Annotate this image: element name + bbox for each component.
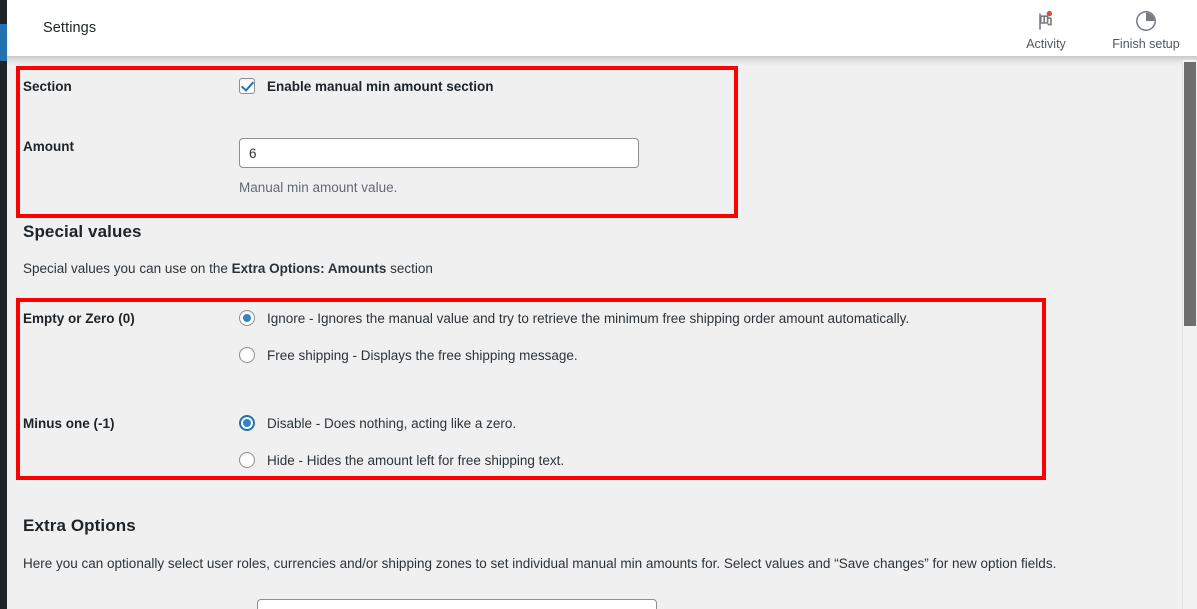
extra-options-description: Here you can optionally select user role… — [23, 556, 1057, 571]
activity-button[interactable]: Activity — [1009, 4, 1083, 51]
extra-options-heading: Extra Options — [23, 516, 136, 535]
radio-disable[interactable] — [239, 415, 255, 431]
amount-input[interactable] — [239, 138, 639, 168]
field-row-minus-one: Minus one (-1) Disable - Does nothing, a… — [7, 415, 1046, 489]
enable-manual-min-amount-checkbox-row[interactable]: Enable manual min amount section — [239, 78, 738, 94]
radio-ignore-label: Ignore - Ignores the manual value and tr… — [267, 310, 910, 326]
admin-sidebar-rail — [0, 0, 7, 609]
extra-options-select-input[interactable] — [257, 599, 657, 609]
header-actions: Activity Finish setup — [1009, 4, 1183, 51]
radio-disable-label: Disable - Does nothing, acting like a ze… — [267, 415, 517, 431]
empty-or-zero-options: Ignore - Ignores the manual value and tr… — [239, 310, 1046, 384]
radio-row-ignore[interactable]: Ignore - Ignores the manual value and tr… — [239, 310, 1046, 326]
amount-control: Manual min amount value. — [239, 138, 738, 195]
special-values-desc-prefix: Special values you can use on the — [23, 261, 232, 276]
flag-activity-icon — [1034, 8, 1058, 34]
amount-label: Amount — [23, 139, 74, 154]
setup-progress-icon — [1134, 8, 1158, 34]
enable-manual-min-amount-label: Enable manual min amount section — [267, 78, 494, 94]
radio-hide-label: Hide - Hides the amount left for free sh… — [267, 452, 565, 468]
special-values-heading: Special values — [23, 222, 142, 241]
minus-one-options: Disable - Does nothing, acting like a ze… — [239, 415, 1046, 489]
enable-manual-min-amount-checkbox[interactable] — [239, 78, 255, 94]
header-shadow — [7, 56, 1197, 65]
field-row-section: Section Enable manual min amount section — [7, 78, 738, 97]
field-row-amount: Amount Manual min amount value. — [7, 138, 738, 195]
admin-sidebar-active-indicator[interactable] — [0, 24, 7, 61]
radio-row-free-shipping[interactable]: Free shipping - Displays the free shippi… — [239, 347, 1046, 363]
page-scrollbar-thumb[interactable] — [1184, 62, 1196, 326]
special-values-desc-suffix: section — [386, 261, 433, 276]
minus-one-label: Minus one (-1) — [23, 416, 115, 431]
page-header: Settings Activity Finish setup — [7, 0, 1197, 56]
radio-ignore[interactable] — [239, 310, 255, 326]
page-title: Settings — [43, 20, 97, 36]
finish-setup-label: Finish setup — [1112, 37, 1180, 51]
settings-page: Settings Activity Finish setup Section E… — [0, 0, 1197, 609]
radio-hide[interactable] — [239, 452, 255, 468]
settings-content: Section Enable manual min amount section… — [7, 65, 1185, 609]
finish-setup-button[interactable]: Finish setup — [1109, 4, 1183, 51]
radio-row-disable[interactable]: Disable - Does nothing, acting like a ze… — [239, 415, 1046, 431]
field-row-empty-or-zero: Empty or Zero (0) Ignore - Ignores the m… — [7, 310, 1046, 384]
radio-free-shipping[interactable] — [239, 347, 255, 363]
empty-or-zero-label: Empty or Zero (0) — [23, 311, 135, 326]
radio-row-hide[interactable]: Hide - Hides the amount left for free sh… — [239, 452, 1046, 468]
special-values-desc-emphasis: Extra Options: Amounts — [231, 261, 387, 276]
radio-free-shipping-label: Free shipping - Displays the free shippi… — [267, 347, 578, 363]
amount-help-text: Manual min amount value. — [239, 180, 398, 195]
special-values-description: Special values you can use on the Extra … — [23, 261, 433, 276]
activity-label: Activity — [1026, 37, 1066, 51]
section-control: Enable manual min amount section — [239, 78, 738, 94]
section-label: Section — [23, 79, 72, 94]
